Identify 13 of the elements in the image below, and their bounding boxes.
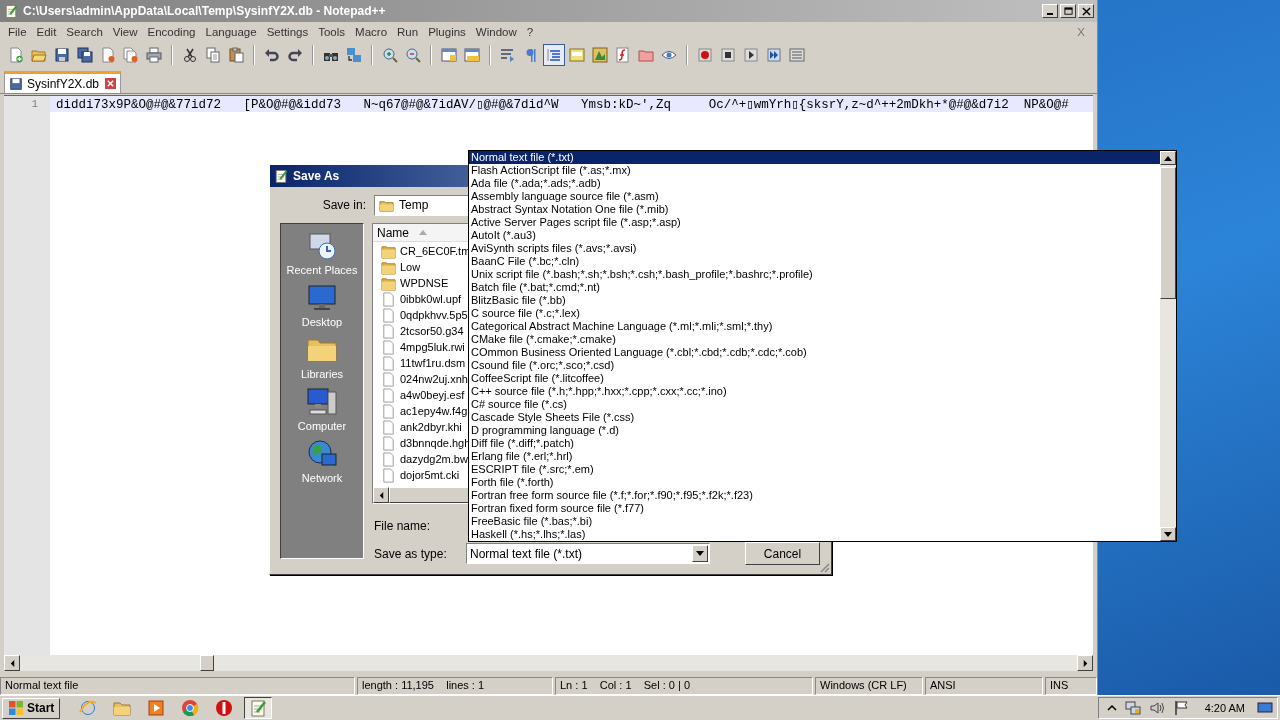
status-field: ANSI: [925, 677, 1043, 695]
status-field: Windows (CR LF): [815, 677, 923, 695]
window-title: C:\Users\admin\AppData\Local\Temp\SysinfY2X.db - Notepad++: [23, 4, 387, 18]
dialog-title: Save As: [293, 169, 340, 183]
status-field: Ln : 1 Col : 1 Sel : 0 | 0: [555, 677, 813, 695]
line-number: 1: [31, 98, 38, 110]
status-field: INS: [1045, 677, 1097, 695]
file-name-label: File name:: [373, 519, 432, 533]
status-field: Normal text file: [0, 677, 355, 695]
save-in-label: Save in:: [321, 198, 366, 212]
status-field: length : 11,195 lines : 1: [357, 677, 553, 695]
code-line: diddi73x9P&O@#@&77id72 [P&O@#@&idd73 N~q67@#@&7idAV/▯@#@&7did^W Ymsb:kD~',Zq Oc/^+▯wmYrh▯{sksrY,z~d^++2mDkh+*@#@&d7i2 NP&O@#: [55, 97, 1069, 112]
file-type-label: Save as type:: [373, 546, 448, 561]
